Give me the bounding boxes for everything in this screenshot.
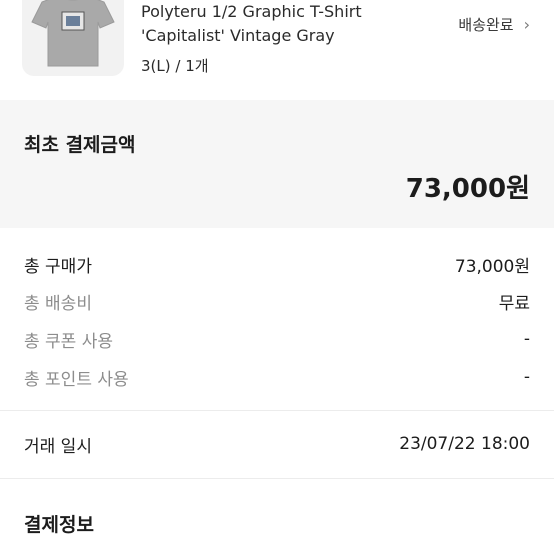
breakdown-value: - (523, 367, 530, 387)
breakdown-value: 무료 (498, 293, 530, 314)
order-status-link[interactable]: 배송완료 › (458, 14, 530, 35)
chevron-right-icon: › (523, 15, 530, 34)
product-thumbnail[interactable] (22, 0, 124, 76)
breakdown-label: 총 포인트 사용 (24, 369, 129, 390)
breakdown-row-shipping: 총 배송비 무료 (24, 289, 530, 314)
breakdown-row-points: 총 포인트 사용 - (24, 365, 530, 390)
order-status-label: 배송완료 (458, 16, 514, 34)
breakdown-row-coupon: 총 쿠폰 사용 - (24, 327, 530, 352)
initial-payment-amount: 73,000원 (405, 174, 530, 204)
product-option: 3(L) / 1개 (141, 57, 209, 75)
breakdown-row-purchase: 총 구매가 73,000원 (24, 252, 530, 277)
product-name-line2: 'Capitalist' Vintage Gray (141, 26, 335, 45)
initial-payment-title: 최초 결제금액 (24, 134, 136, 156)
initial-payment-panel: 최초 결제금액 73,000원 (0, 100, 554, 228)
breakdown-label: 총 구매가 (24, 256, 92, 277)
product-name[interactable]: Polyteru 1/2 Graphic T-Shirt 'Capitalist… (141, 0, 431, 48)
breakdown-label: 총 배송비 (24, 293, 92, 314)
breakdown-label: 총 쿠폰 사용 (24, 331, 114, 352)
section-divider (0, 478, 554, 479)
tshirt-image-icon (31, 0, 115, 67)
breakdown-value: - (523, 329, 530, 349)
section-divider (0, 410, 554, 411)
order-product-card[interactable]: Polyteru 1/2 Graphic T-Shirt 'Capitalist… (0, 0, 554, 100)
transaction-date-label: 거래 일시 (24, 436, 92, 457)
transaction-date-row: 거래 일시 23/07/22 18:00 (24, 432, 530, 457)
payment-info-title: 결제정보 (24, 514, 94, 536)
breakdown-value: 73,000원 (454, 256, 530, 277)
product-name-line1: Polyteru 1/2 Graphic T-Shirt (141, 2, 362, 21)
transaction-date-value: 23/07/22 18:00 (399, 434, 530, 454)
